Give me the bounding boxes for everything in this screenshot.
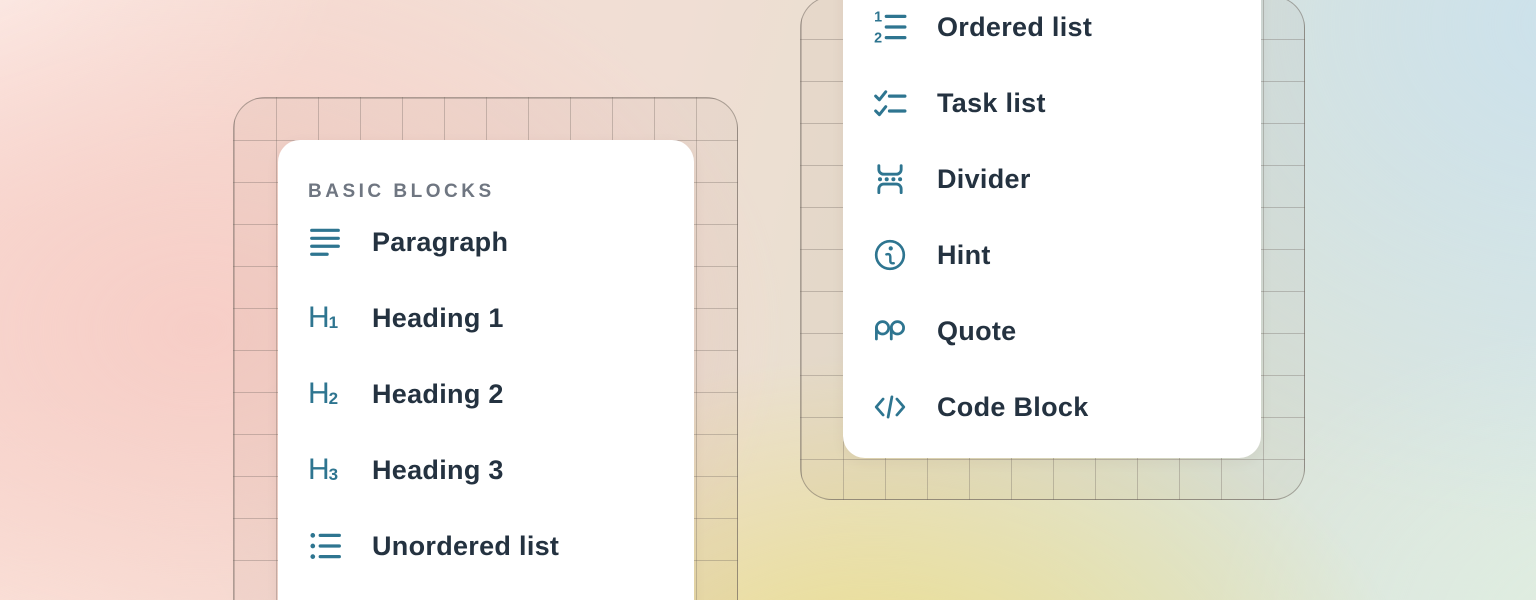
quote-icon — [873, 314, 907, 348]
ordered-list-icon: 1 2 — [873, 10, 907, 44]
block-menu-screenshot: { "colors": { "accent_icon": "#2e7590", … — [0, 0, 1536, 600]
menu-item-paragraph[interactable]: Paragraph — [308, 204, 694, 280]
menu-item-label: Heading 3 — [372, 455, 504, 486]
menu-item-heading-2[interactable]: H2 Heading 2 — [308, 356, 694, 432]
menu-item-label: Task list — [937, 88, 1046, 119]
code-block-icon — [873, 390, 907, 424]
menu-item-label: Divider — [937, 164, 1031, 195]
heading-2-icon: H2 — [308, 377, 342, 411]
basic-blocks-menu: BASIC BLOCKS Paragraph H1 Heading 1 H2 H… — [278, 140, 694, 600]
menu-item-heading-3[interactable]: H3 Heading 3 — [308, 432, 694, 508]
menu-item-task-list[interactable]: Task list — [873, 65, 1261, 141]
svg-text:1: 1 — [874, 10, 882, 25]
menu-item-hint[interactable]: Hint — [873, 217, 1261, 293]
menu-item-label: Paragraph — [372, 227, 508, 258]
blocks-menu-continued: 1 2 Ordered list Task list — [843, 0, 1261, 458]
menu-item-divider[interactable]: Divider — [873, 141, 1261, 217]
menu-item-label: Code Block — [937, 392, 1089, 423]
heading-1-icon: H1 — [308, 301, 342, 335]
heading-3-icon: H3 — [308, 453, 342, 487]
svg-text:2: 2 — [874, 31, 882, 44]
divider-icon — [873, 162, 907, 196]
menu-item-heading-1[interactable]: H1 Heading 1 — [308, 280, 694, 356]
menu-item-code-block[interactable]: Code Block — [873, 369, 1261, 445]
menu-item-unordered-list[interactable]: Unordered list — [308, 508, 694, 584]
menu-item-label: Quote — [937, 316, 1017, 347]
section-header: BASIC BLOCKS — [308, 180, 694, 204]
menu-item-quote[interactable]: Quote — [873, 293, 1261, 369]
task-list-icon — [873, 86, 907, 120]
paragraph-icon — [308, 225, 342, 259]
menu-item-label: Heading 2 — [372, 379, 504, 410]
menu-item-ordered-list[interactable]: 1 2 Ordered list — [873, 0, 1261, 65]
menu-item-label: Hint — [937, 240, 991, 271]
menu-item-label: Unordered list — [372, 531, 559, 562]
unordered-list-icon — [308, 529, 342, 563]
hint-icon — [873, 238, 907, 272]
menu-item-label: Ordered list — [937, 12, 1092, 43]
menu-item-label: Heading 1 — [372, 303, 504, 334]
